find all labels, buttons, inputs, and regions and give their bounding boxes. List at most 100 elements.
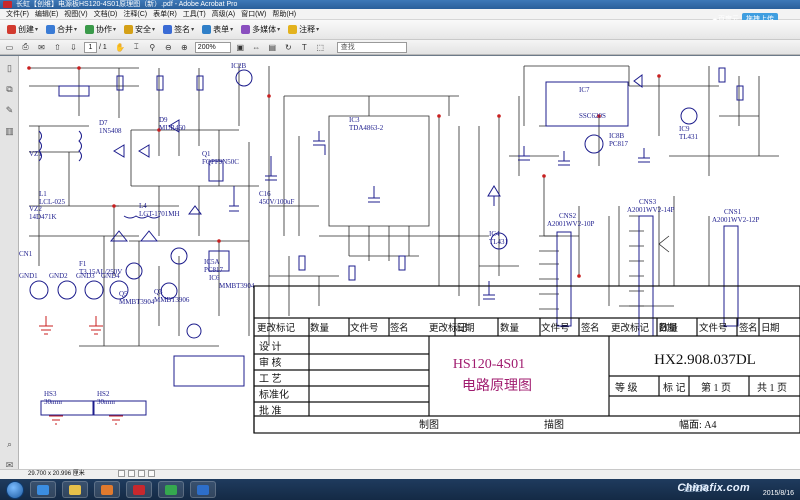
menu-item-0[interactable]: 文件(F) [3, 9, 32, 19]
pages-icon[interactable]: ▯ [3, 62, 16, 75]
media-icon [101, 484, 113, 495]
snapshot-icon[interactable]: ⬚ [315, 42, 326, 53]
page-number-input[interactable]: 1 [84, 41, 97, 53]
previous-page-icon[interactable]: ⇧ [52, 42, 63, 53]
attachments-icon[interactable]: ⌕ [3, 438, 16, 451]
task-media[interactable] [94, 481, 120, 498]
chevron-down-icon: ▾ [35, 27, 39, 33]
ground-symbols [39, 316, 123, 425]
grade-label: 等 级 [615, 381, 638, 394]
menu-item-6[interactable]: 工具(T) [180, 9, 209, 19]
start-button[interactable] [6, 480, 24, 499]
revision-header: 名 [590, 322, 600, 334]
role-label: 批 准 [259, 404, 282, 417]
revision-header: 更改标记 [429, 322, 468, 334]
toolbar-label: 协作 [96, 25, 113, 34]
menu-item-5[interactable]: 表单(R) [150, 9, 180, 19]
revision-header: 数量 [310, 322, 330, 334]
last-page-button[interactable] [148, 470, 155, 477]
connector-part: A2001WV2-10P [547, 220, 595, 228]
print-icon[interactable]: ⎙ [20, 42, 31, 53]
prev-page-button[interactable] [128, 470, 135, 477]
browser-icon [197, 484, 209, 495]
read-mode-icon[interactable]: ▤ [267, 42, 278, 53]
task-chat[interactable] [158, 481, 184, 498]
combine-icon [46, 25, 56, 34]
open-icon[interactable]: ▭ [4, 42, 15, 53]
signatures-icon[interactable]: ✎ [3, 104, 16, 117]
task-acrobat[interactable] [126, 481, 152, 498]
part-label: CN1 [19, 250, 33, 258]
lock-icon [124, 25, 134, 34]
bottom-label: 描图 [544, 418, 564, 431]
role-label: 审 核 [259, 356, 282, 369]
schematic-model: HS120-4S01 [453, 357, 525, 372]
part-label: 14D471K [29, 213, 57, 221]
toolbar-button-4[interactable]: 签名 ▾ [160, 22, 197, 37]
zoom-out-icon[interactable]: ⊖ [163, 42, 174, 53]
toolbar-label: 合并 [57, 25, 74, 34]
page-size-readout: 29.700 x 20.996 厘米 [28, 471, 85, 477]
document-view[interactable]: IC7 SSC620S IC8B PC817 IC9 TL431 IC2B IC3 TDA486… [19, 56, 800, 469]
search-input[interactable]: 查找 [336, 41, 407, 53]
hand-tool-icon[interactable]: ✋ [115, 42, 126, 53]
menu-item-4[interactable]: 注释(C) [120, 9, 150, 19]
select-tool-icon[interactable]: ⌶ [131, 42, 142, 53]
chat-icon [165, 484, 177, 495]
chevron-down-icon: ▾ [152, 27, 156, 33]
form-icon [202, 25, 212, 34]
watermark: Chinafix.com [677, 482, 750, 494]
toolbar-button-3[interactable]: 安全 ▾ [121, 22, 158, 37]
zoom-level-input[interactable]: 200% [194, 41, 231, 53]
task-ie[interactable] [30, 481, 56, 498]
revision-header: 文件号 [350, 322, 379, 334]
part-label: Q5 [119, 290, 128, 298]
part-label: GND2 [49, 272, 68, 280]
folder-icon [69, 484, 81, 495]
toolbar-button-0[interactable]: 创建 ▾ [4, 22, 41, 37]
typewriter-icon[interactable]: T [299, 42, 310, 53]
connector-name: CNS3 [639, 198, 657, 206]
revision-header: 数量 [500, 322, 520, 334]
menu-item-2[interactable]: 视图(V) [61, 9, 90, 19]
menu-item-8[interactable]: 窗口(W) [238, 9, 269, 19]
rotate-icon[interactable]: ↻ [283, 42, 294, 53]
page-total: / 1 [99, 43, 107, 51]
revision-header: 数量 [659, 322, 679, 334]
toolbar-button-7[interactable]: 注释 ▾ [285, 22, 322, 37]
window-titlebar: 长虹【创维】电源板HS120-4S01原理图（新）.pdf - Adobe Ac… [0, 0, 800, 9]
chevron-down-icon: ▾ [316, 27, 320, 33]
connector-part: A2001WV2-14P [627, 206, 675, 214]
next-page-button[interactable] [138, 470, 145, 477]
toolbar-button-1[interactable]: 合并 ▾ [43, 22, 80, 37]
bookmarks-icon[interactable]: ⧉ [3, 83, 16, 96]
part-label: HS2 [97, 390, 110, 398]
toolbar-button-2[interactable]: 协作 ▾ [82, 22, 119, 37]
menu-item-3[interactable]: 文档(D) [91, 9, 121, 19]
toolbar-button-5[interactable]: 表单 ▾ [199, 22, 236, 37]
menu-item-7[interactable]: 高级(A) [209, 9, 238, 19]
fit-width-icon[interactable]: ⇔ [251, 42, 262, 53]
chevron-down-icon: ▾ [191, 27, 195, 33]
task-explorer[interactable] [62, 481, 88, 498]
toolbar-label: 安全 [135, 25, 152, 34]
email-icon[interactable]: ✉ [36, 42, 47, 53]
grade-label: 共 1 页 [757, 382, 787, 394]
part-label: MMBT3904 [219, 282, 255, 290]
layers-icon[interactable]: ▥ [3, 125, 16, 138]
menu-item-9[interactable]: 帮助(H) [269, 9, 299, 19]
zoom-tool-icon[interactable]: ⚲ [147, 42, 158, 53]
zoom-in-icon[interactable]: ⊕ [179, 42, 190, 53]
system-tray-clock: 2015/8/16 [763, 481, 794, 498]
toolbar-label: 表单 [213, 25, 230, 34]
revision-header: 期 [770, 323, 780, 334]
bottom-label: 制图 [419, 418, 439, 431]
first-page-button[interactable] [118, 470, 125, 477]
revision-header: 文件号 [541, 322, 570, 334]
menu-item-1[interactable]: 编辑(E) [32, 9, 61, 19]
part-label: MMBT3906 [154, 296, 190, 304]
fit-page-icon[interactable]: ▣ [235, 42, 246, 53]
task-browser[interactable] [190, 481, 216, 498]
toolbar-button-6[interactable]: 多媒体 ▾ [238, 22, 283, 37]
next-page-icon[interactable]: ⇩ [68, 42, 79, 53]
